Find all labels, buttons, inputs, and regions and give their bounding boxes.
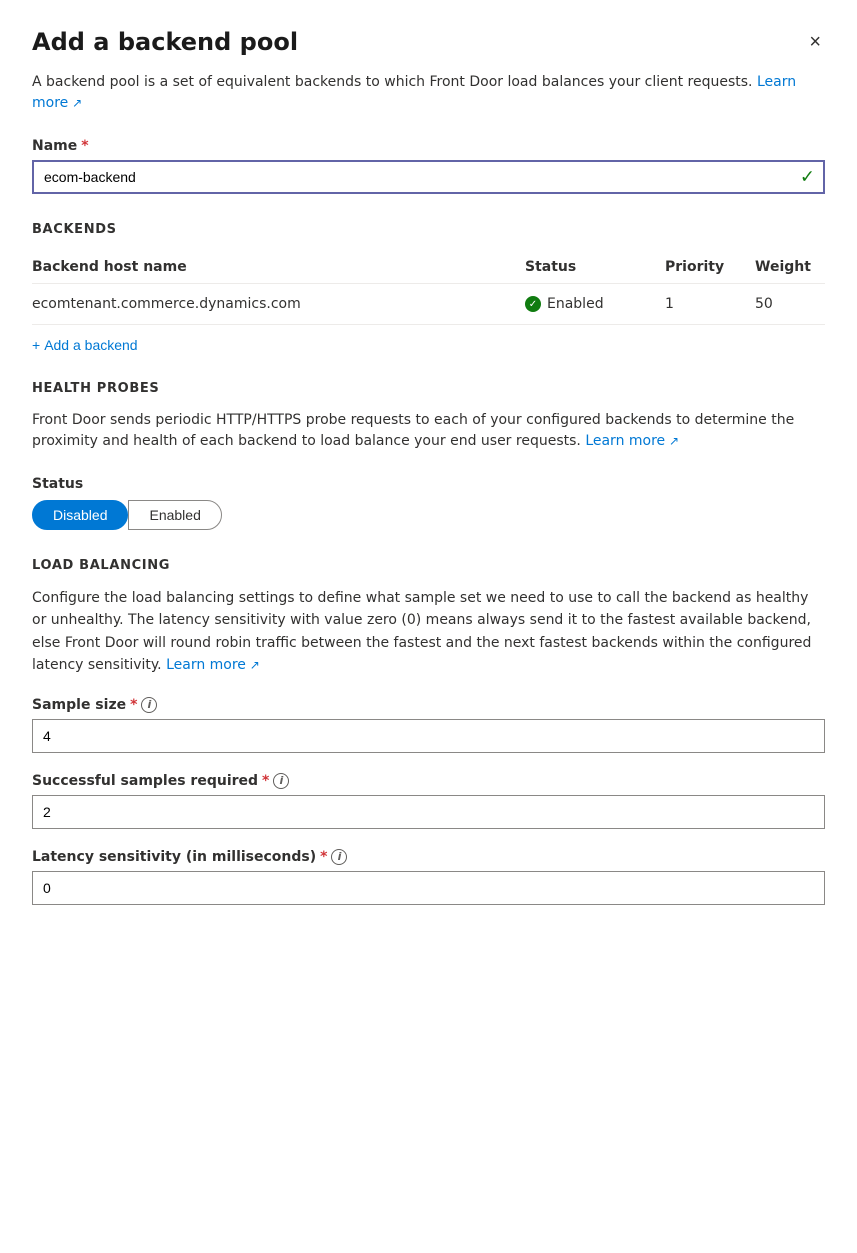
col-header-priority: Priority [665,259,755,275]
backend-status: ✓ Enabled [525,296,665,312]
toggle-enabled-button[interactable]: Enabled [128,500,221,530]
latency-sensitivity-required: * [320,849,327,865]
add-backend-button[interactable]: + Add a backend [32,337,138,353]
backend-weight: 50 [755,296,825,312]
health-probes-toggle-group: Disabled Enabled [32,500,825,530]
panel-header: Add a backend pool × [32,28,825,56]
name-check-icon: ✓ [800,167,815,188]
table-header-row: Backend host name Status Priority Weight [32,251,825,284]
col-header-weight: Weight [755,259,825,275]
close-button[interactable]: × [805,28,825,56]
latency-sensitivity-field-group: Latency sensitivity (in milliseconds) * … [32,849,825,905]
health-probes-status-label: Status [32,476,825,492]
backend-priority: 1 [665,296,755,312]
backends-table: Backend host name Status Priority Weight… [32,251,825,325]
intro-description: A backend pool is a set of equivalent ba… [32,72,825,114]
backends-section-header: BACKENDS [32,222,825,237]
table-row: ecomtenant.commerce.dynamics.com ✓ Enabl… [32,284,825,325]
successful-samples-required: * [262,773,269,789]
successful-samples-input[interactable] [32,795,825,829]
load-balancing-section-header: LOAD BALANCING [32,558,825,573]
sample-size-required: * [130,697,137,713]
toggle-disabled-button[interactable]: Disabled [32,500,128,530]
sample-size-input[interactable] [32,719,825,753]
load-balancing-description: Configure the load balancing settings to… [32,587,825,677]
health-probes-status-group: Status Disabled Enabled [32,476,825,530]
col-header-hostname: Backend host name [32,259,525,275]
latency-sensitivity-label: Latency sensitivity (in milliseconds) * … [32,849,825,865]
backend-status-text: Enabled [547,296,604,312]
health-probes-description: Front Door sends periodic HTTP/HTTPS pro… [32,410,825,452]
col-header-status: Status [525,259,665,275]
successful-samples-info-icon[interactable]: i [273,773,289,789]
name-label: Name * [32,138,825,154]
sample-size-label: Sample size * i [32,697,825,713]
add-backend-label: Add a backend [44,337,137,353]
latency-sensitivity-info-icon[interactable]: i [331,849,347,865]
health-probes-learn-more-link[interactable]: Learn more [585,433,679,449]
backend-hostname: ecomtenant.commerce.dynamics.com [32,296,525,312]
sample-size-info-icon[interactable]: i [141,697,157,713]
add-backend-pool-panel: Add a backend pool × A backend pool is a… [0,0,857,957]
load-balancing-learn-more-link[interactable]: Learn more [166,657,260,673]
health-probes-section-header: HEALTH PROBES [32,381,825,396]
add-backend-plus-icon: + [32,337,40,353]
sample-size-field-group: Sample size * i [32,697,825,753]
page-title: Add a backend pool [32,28,298,56]
successful-samples-field-group: Successful samples required * i [32,773,825,829]
successful-samples-label: Successful samples required * i [32,773,825,789]
latency-sensitivity-input[interactable] [32,871,825,905]
name-input-wrapper: ✓ [32,160,825,194]
name-input[interactable] [32,160,825,194]
name-field-group: Name * ✓ [32,138,825,194]
name-required-marker: * [81,138,88,154]
status-enabled-icon: ✓ [525,296,541,312]
